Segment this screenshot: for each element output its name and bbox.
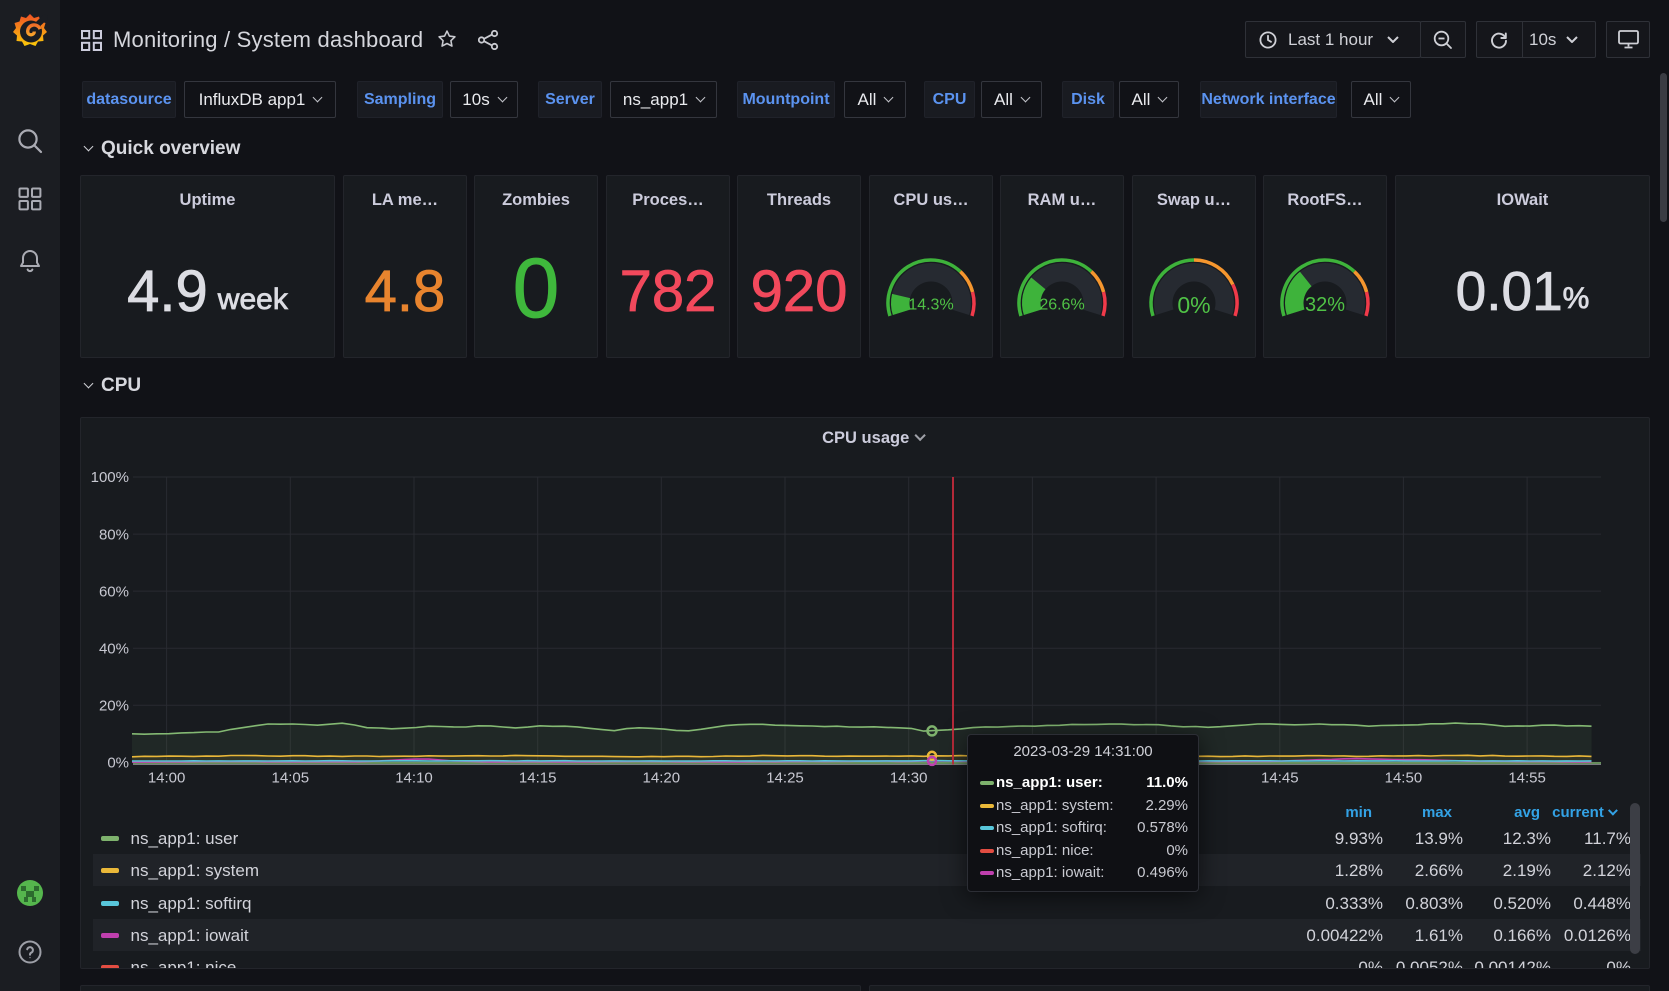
svg-text:32%: 32%: [1305, 294, 1345, 316]
svg-text:60%: 60%: [99, 583, 129, 600]
svg-text:14:00: 14:00: [148, 770, 186, 787]
svg-text:14:05: 14:05: [272, 770, 310, 787]
svg-text:80%: 80%: [99, 526, 129, 543]
svg-text:14.3%: 14.3%: [908, 297, 953, 314]
svg-text:20%: 20%: [99, 697, 129, 714]
svg-text:40%: 40%: [99, 640, 129, 657]
svg-text:14:10: 14:10: [395, 770, 433, 787]
svg-text:0%: 0%: [1177, 292, 1210, 318]
svg-text:14:25: 14:25: [766, 770, 804, 787]
svg-text:14:50: 14:50: [1385, 770, 1423, 787]
svg-text:26.6%: 26.6%: [1039, 297, 1084, 314]
svg-text:14:55: 14:55: [1508, 770, 1546, 787]
svg-text:14:15: 14:15: [519, 770, 557, 787]
svg-text:14:45: 14:45: [1261, 770, 1299, 787]
svg-text:14:30: 14:30: [890, 770, 928, 787]
svg-text:100%: 100%: [91, 469, 129, 486]
svg-text:0%: 0%: [107, 755, 129, 772]
svg-text:14:20: 14:20: [643, 770, 681, 787]
